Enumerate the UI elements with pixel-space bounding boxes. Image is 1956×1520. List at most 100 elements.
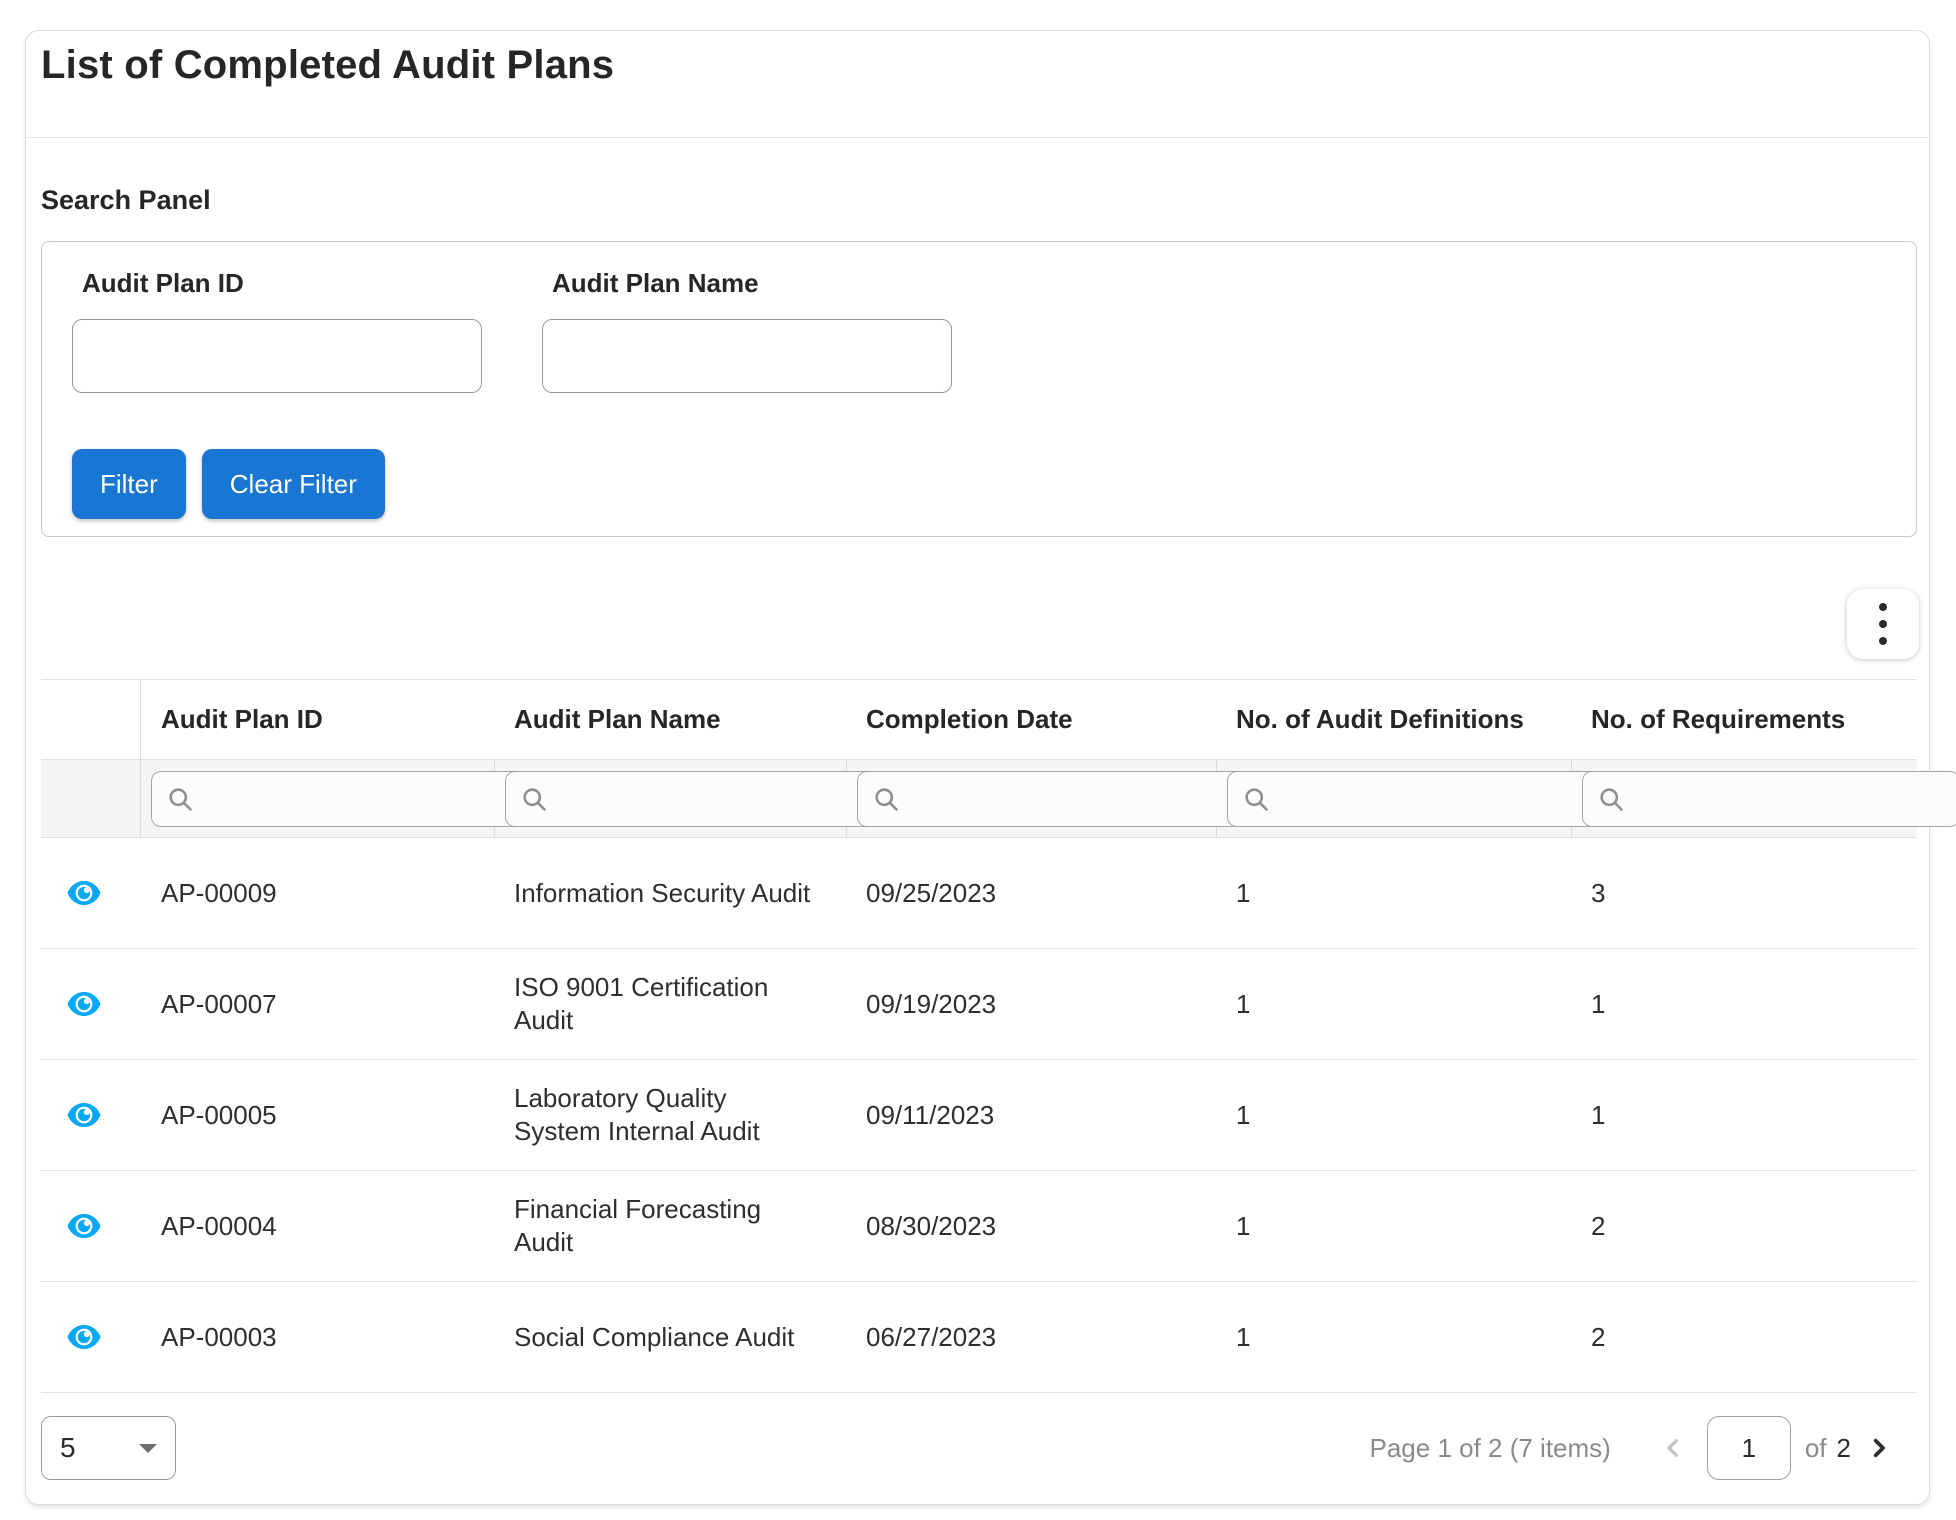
table-row: AP-00007 ISO 9001 Certification Audit 09…: [41, 949, 1917, 1060]
filter-cell-audit-plan-id: [141, 760, 494, 837]
cell-audit-plan-name: Financial Forecasting Audit: [494, 1171, 846, 1281]
eye-icon: [65, 1322, 103, 1352]
view-button[interactable]: [65, 989, 103, 1019]
filter-cell-requirements: [1571, 760, 1956, 837]
header-cell-requirements: No. of Requirements: [1571, 680, 1917, 759]
filter-cell-actions: [41, 760, 141, 837]
cell-audit-definitions: 1: [1216, 1171, 1571, 1281]
table-filter-row: [41, 760, 1917, 838]
cell-requirements: 1: [1571, 949, 1917, 1059]
cell-audit-plan-name: Social Compliance Audit: [494, 1282, 846, 1392]
cell-audit-plan-name: Laboratory Quality System Internal Audit: [494, 1060, 846, 1170]
audit-plan-name-input[interactable]: [542, 319, 952, 393]
cell-requirements: 2: [1571, 1282, 1917, 1392]
eye-icon: [65, 878, 103, 908]
clear-filter-button[interactable]: Clear Filter: [202, 449, 385, 519]
cell-audit-plan-id: AP-00003: [141, 1282, 494, 1392]
eye-icon: [65, 1211, 103, 1241]
prev-page-button[interactable]: [1657, 1432, 1689, 1464]
chevron-left-icon: [1657, 1432, 1689, 1464]
table-body: AP-00009 Information Security Audit 09/2…: [41, 838, 1917, 1393]
cell-audit-definitions: 1: [1216, 838, 1571, 948]
cell-audit-plan-name: Information Security Audit: [494, 838, 846, 948]
view-button[interactable]: [65, 1100, 103, 1130]
view-button[interactable]: [65, 878, 103, 908]
cell-actions: [41, 1282, 141, 1392]
search-buttons-row: Filter Clear Filter: [72, 449, 1886, 519]
cell-actions: [41, 949, 141, 1059]
header-cell-audit-plan-name: Audit Plan Name: [494, 680, 846, 759]
pager-controls: Page 1 of 2 (7 items) of 2: [1370, 1416, 1896, 1480]
header-cell-actions: [41, 680, 141, 759]
search-icon: [166, 785, 194, 813]
cell-audit-definitions: 1: [1216, 1060, 1571, 1170]
search-icon: [1242, 785, 1270, 813]
view-button[interactable]: [65, 1322, 103, 1352]
audit-plan-id-label: Audit Plan ID: [82, 268, 482, 299]
cell-requirements: 1: [1571, 1060, 1917, 1170]
table-row: AP-00003 Social Compliance Audit 06/27/2…: [41, 1282, 1917, 1393]
page-number-input[interactable]: [1707, 1416, 1791, 1480]
audit-plans-card: List of Completed Audit Plans Search Pan…: [25, 30, 1930, 1505]
cell-audit-plan-name: ISO 9001 Certification Audit: [494, 949, 846, 1059]
filter-input-completion-date[interactable]: [910, 785, 1220, 813]
cell-audit-definitions: 1: [1216, 949, 1571, 1059]
title-divider: [26, 137, 1929, 138]
audit-plan-name-label: Audit Plan Name: [552, 268, 952, 299]
filter-cell-audit-plan-name: [494, 760, 846, 837]
table-row: AP-00005 Laboratory Quality System Inter…: [41, 1060, 1917, 1171]
audit-plan-name-field: Audit Plan Name: [542, 268, 952, 393]
kebab-vertical-icon: [1879, 603, 1887, 645]
cell-actions: [41, 838, 141, 948]
pager-total-pages: 2: [1837, 1433, 1851, 1464]
cell-actions: [41, 1060, 141, 1170]
search-icon: [520, 785, 548, 813]
pager-info: Page 1 of 2 (7 items): [1370, 1433, 1611, 1464]
next-page-button[interactable]: [1863, 1432, 1895, 1464]
eye-icon: [65, 1100, 103, 1130]
cell-completion-date: 09/25/2023: [846, 838, 1216, 948]
search-panel-heading: Search Panel: [41, 185, 211, 216]
cell-completion-date: 08/30/2023: [846, 1171, 1216, 1281]
cell-audit-plan-id: AP-00004: [141, 1171, 494, 1281]
cell-actions: [41, 1171, 141, 1281]
search-icon: [1597, 785, 1625, 813]
search-panel: Audit Plan ID Audit Plan Name Filter Cle…: [41, 241, 1917, 537]
search-fields-row: Audit Plan ID Audit Plan Name: [72, 268, 1886, 393]
cell-audit-plan-id: AP-00005: [141, 1060, 494, 1170]
cell-completion-date: 09/11/2023: [846, 1060, 1216, 1170]
cell-audit-plan-id: AP-00009: [141, 838, 494, 948]
table-row: AP-00004 Financial Forecasting Audit 08/…: [41, 1171, 1917, 1282]
pager: 5 Page 1 of 2 (7 items) of 2: [41, 1392, 1917, 1504]
audit-plan-id-field: Audit Plan ID: [72, 268, 482, 393]
filter-button[interactable]: Filter: [72, 449, 186, 519]
filter-input-audit-plan-id[interactable]: [204, 785, 514, 813]
pager-of-label: of: [1805, 1433, 1827, 1464]
cell-requirements: 3: [1571, 838, 1917, 948]
view-button[interactable]: [65, 1211, 103, 1241]
header-cell-audit-definitions: No. of Audit Definitions: [1216, 680, 1571, 759]
cell-requirements: 2: [1571, 1171, 1917, 1281]
audit-plans-table: Audit Plan ID Audit Plan Name Completion…: [41, 679, 1917, 1393]
search-icon: [872, 785, 900, 813]
chevron-right-icon: [1863, 1432, 1895, 1464]
header-cell-audit-plan-id: Audit Plan ID: [141, 680, 494, 759]
filter-input-audit-definitions[interactable]: [1280, 785, 1590, 813]
cell-completion-date: 06/27/2023: [846, 1282, 1216, 1392]
triangle-down-icon: [139, 1444, 157, 1453]
page-size-select[interactable]: 5: [41, 1416, 176, 1480]
page-size-value: 5: [60, 1432, 76, 1464]
filter-cell-audit-definitions: [1216, 760, 1571, 837]
eye-icon: [65, 989, 103, 1019]
grid-menu-button[interactable]: [1847, 589, 1919, 659]
table-row: AP-00009 Information Security Audit 09/2…: [41, 838, 1917, 949]
filter-input-requirements[interactable]: [1635, 785, 1945, 813]
filter-input-audit-plan-name[interactable]: [558, 785, 868, 813]
audit-plan-id-input[interactable]: [72, 319, 482, 393]
cell-completion-date: 09/19/2023: [846, 949, 1216, 1059]
cell-audit-plan-id: AP-00007: [141, 949, 494, 1059]
page-title: List of Completed Audit Plans: [41, 43, 614, 88]
filter-cell-completion-date: [846, 760, 1216, 837]
header-cell-completion-date: Completion Date: [846, 680, 1216, 759]
table-header-row: Audit Plan ID Audit Plan Name Completion…: [41, 680, 1917, 760]
